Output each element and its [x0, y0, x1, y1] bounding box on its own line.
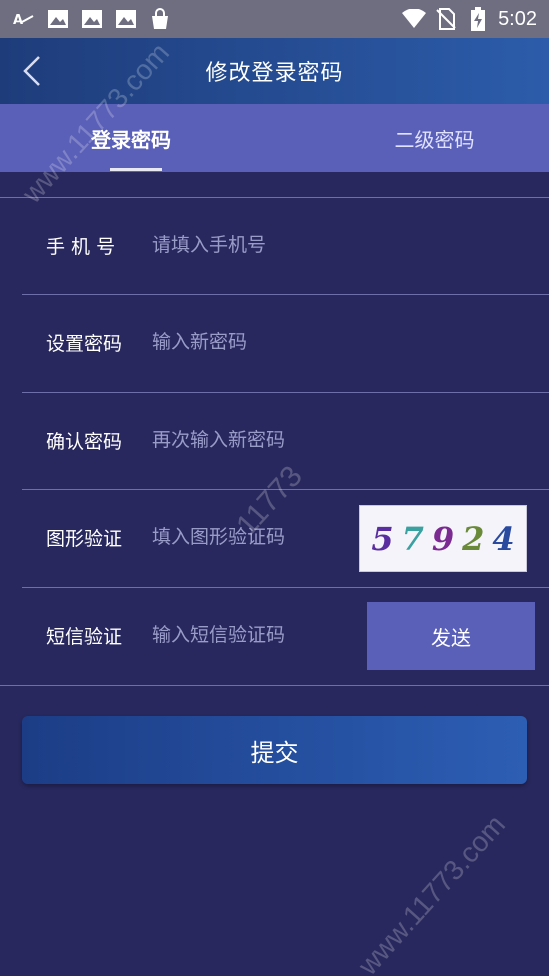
new-password-input[interactable]	[152, 331, 372, 353]
sim-off-icon	[434, 8, 458, 30]
back-button[interactable]	[14, 52, 50, 90]
phone-input[interactable]	[152, 234, 372, 256]
watermark: www.11773.com	[352, 808, 512, 976]
image-icon	[114, 8, 138, 30]
captcha-digit: 2	[462, 519, 485, 558]
font-app-icon: A	[12, 8, 36, 30]
svg-text:A: A	[13, 13, 23, 27]
captcha-input[interactable]	[152, 526, 372, 548]
captcha-digit: 7	[401, 519, 424, 558]
tab-login-password[interactable]: 登录密码	[0, 104, 320, 172]
confirm-password-input[interactable]	[152, 429, 372, 451]
status-time: 5:02	[498, 7, 537, 30]
divider	[0, 685, 549, 686]
bag-icon	[148, 8, 172, 30]
captcha-image[interactable]: 5 7 9 2 4	[359, 505, 527, 572]
captcha-label: 图形验证	[46, 527, 123, 550]
captcha-digit: 9	[431, 519, 455, 558]
submit-button[interactable]: 提交	[22, 716, 527, 784]
captcha-digit: 5	[371, 519, 394, 558]
chevron-left-icon	[23, 56, 40, 86]
sms-label: 短信验证	[46, 625, 123, 648]
sms-code-input[interactable]	[152, 624, 372, 646]
page-title: 修改登录密码	[205, 61, 344, 86]
status-right-icons: 5:02	[402, 7, 537, 31]
status-bar: A 5:02	[0, 0, 549, 38]
confirm-password-row: 确认密码	[22, 392, 549, 488]
image-icon	[46, 8, 70, 30]
phone-label: 手 机 号	[46, 235, 116, 258]
send-sms-button[interactable]: 发送	[367, 602, 535, 670]
status-left-icons: A	[12, 8, 172, 30]
active-tab-indicator	[110, 168, 162, 171]
phone-row: 手 机 号	[22, 197, 549, 293]
new-password-label: 设置密码	[46, 332, 123, 355]
wifi-icon	[402, 8, 427, 30]
tab-bar: 登录密码 二级密码	[0, 104, 549, 172]
new-password-row: 设置密码	[22, 294, 549, 390]
nav-bar: 修改登录密码	[0, 38, 549, 104]
battery-charging-icon	[466, 7, 490, 31]
captcha-digit: 4	[492, 519, 515, 558]
tab-secondary-password[interactable]: 二级密码	[320, 104, 549, 172]
confirm-password-label: 确认密码	[46, 430, 123, 453]
image-icon	[80, 8, 104, 30]
